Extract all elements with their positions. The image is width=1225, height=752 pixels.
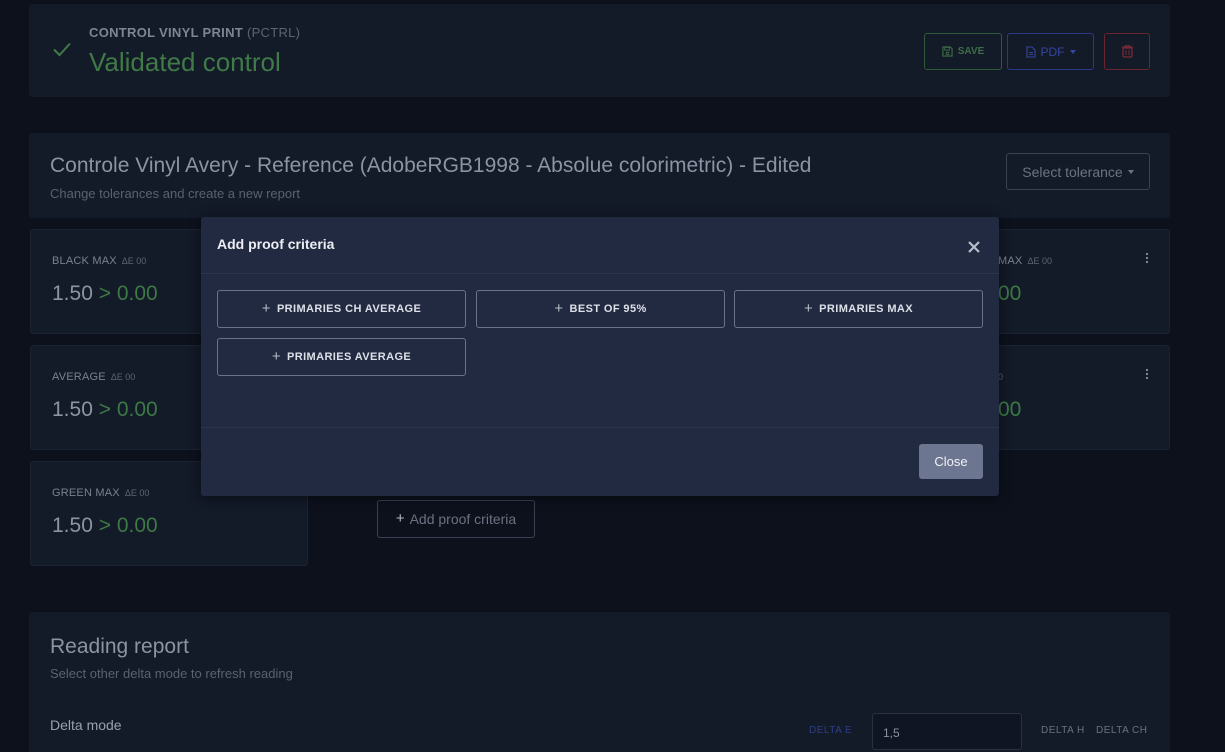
file-icon (1025, 45, 1036, 58)
reading-report-panel: Reading report Select other delta mode t… (29, 612, 1170, 752)
delta-e-input[interactable]: 1,5 (872, 713, 1022, 750)
option-label: PRIMARIES AVERAGE (287, 351, 412, 363)
modal-header: Add proof criteria (201, 217, 999, 274)
criteria-value: 1.50 > 0.00 (52, 398, 158, 422)
criteria-unit: ΔE 00 (110, 372, 136, 382)
add-proof-criteria-label: Add proof criteria (409, 511, 517, 527)
criteria-name: MAX (998, 255, 1023, 267)
tolerance-label: Select tolerance (1022, 163, 1123, 180)
control-subtitle: CONTROL VINYL PRINT (PCTRL) (89, 25, 300, 40)
reading-report-description: Select other delta mode to refresh readi… (50, 666, 293, 681)
reference-description: Change tolerances and create a new repor… (50, 186, 301, 201)
modal-title: Add proof criteria (217, 236, 335, 252)
criteria-label: BLACK MAX ΔE 00 (52, 255, 146, 267)
option-label: BEST OF 95% (569, 303, 647, 315)
control-code: (PCTRL) (246, 25, 301, 40)
criteria-unit: ΔE 00 (124, 488, 150, 498)
plus-icon: + (804, 299, 814, 317)
control-header: CONTROL VINYL PRINT (PCTRL) Validated co… (29, 4, 1170, 97)
criteria-tolerance: 1.50 (52, 398, 93, 421)
more-options-icon[interactable] (1145, 368, 1149, 380)
select-tolerance-dropdown[interactable]: Select tolerance (1006, 153, 1150, 190)
plus-icon: + (261, 299, 271, 317)
plus-icon: + (554, 299, 564, 317)
option-label: PRIMARIES MAX (819, 303, 913, 315)
status-title: Validated control (89, 47, 281, 77)
criteria-value: 1.50 > 0.00 (52, 514, 158, 538)
reading-report-title: Reading report (50, 635, 189, 658)
criteria-current: > 0.00 (98, 514, 158, 537)
reference-panel: Controle Vinyl Avery - Reference (AdobeR… (29, 133, 1170, 218)
reference-title: Controle Vinyl Avery - Reference (AdobeR… (50, 154, 812, 177)
add-proof-criteria-modal: Add proof criteria + PRIMARIES CH AVERAG… (201, 217, 999, 496)
delete-button[interactable] (1104, 33, 1150, 70)
criteria-name: AVERAGE (52, 371, 106, 383)
pdf-label: PDF (1040, 44, 1065, 59)
chevron-down-icon (1127, 169, 1134, 174)
criteria-current: > 0.00 (98, 282, 158, 305)
save-label: SAVE (957, 46, 985, 57)
option-primaries-ch-average[interactable]: + PRIMARIES CH AVERAGE (217, 290, 466, 328)
option-primaries-max[interactable]: + PRIMARIES MAX (734, 290, 983, 328)
modal-footer (201, 427, 999, 496)
delta-mode-label: Delta mode (50, 717, 122, 733)
check-icon (53, 42, 71, 57)
criteria-name: GREEN MAX (52, 487, 120, 499)
option-label: PRIMARIES CH AVERAGE (276, 303, 422, 315)
delta-h-tab[interactable]: DELTA H (1041, 725, 1085, 736)
criteria-name: BLACK MAX (52, 255, 117, 267)
page: CONTROL VINYL PRINT (PCTRL) Validated co… (0, 0, 1225, 752)
criteria-tolerance: 1.50 (52, 514, 93, 537)
pdf-dropdown-button[interactable]: PDF (1007, 33, 1094, 70)
plus-icon: + (395, 509, 405, 527)
option-primaries-average[interactable]: + PRIMARIES AVERAGE (217, 338, 466, 376)
trash-icon (1121, 45, 1133, 58)
criteria-unit: ΔE 00 (1027, 256, 1052, 266)
criteria-label: GREEN MAX ΔE 00 (52, 487, 149, 499)
option-best-of-95[interactable]: + BEST OF 95% (476, 290, 725, 328)
criteria-current: 00 (998, 282, 1022, 305)
add-proof-criteria-button[interactable]: + Add proof criteria (377, 500, 535, 538)
criteria-current: > 0.00 (98, 398, 158, 421)
close-icon[interactable] (967, 240, 981, 254)
criteria-label: AVERAGE ΔE 00 (52, 371, 135, 383)
control-name: CONTROL VINYL PRINT (89, 25, 244, 40)
criteria-unit: ΔE 00 (121, 256, 147, 266)
close-button[interactable]: Close (919, 444, 983, 479)
delta-e-tab[interactable]: DELTA E (809, 725, 852, 736)
plus-icon: + (271, 347, 281, 365)
criteria-value: 00 (998, 282, 1021, 306)
criteria-label: MAX ΔE 00 (998, 255, 1052, 267)
criteria-current: 00 (998, 398, 1022, 421)
more-options-icon[interactable] (1145, 252, 1149, 264)
criteria-value: 00 (998, 398, 1021, 422)
save-button[interactable]: SAVE (924, 33, 1002, 70)
chevron-down-icon (1069, 49, 1076, 54)
delta-ch-tab[interactable]: DELTA CH (1096, 725, 1147, 736)
save-icon (942, 46, 953, 57)
criteria-value: 1.50 > 0.00 (52, 282, 158, 306)
criteria-tolerance: 1.50 (52, 282, 93, 305)
